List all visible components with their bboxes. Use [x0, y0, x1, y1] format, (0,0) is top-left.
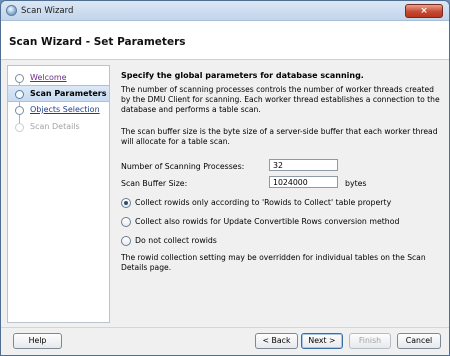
nav-step-label: Scan Parameters	[30, 89, 107, 98]
nav-step-scan-details: Scan Details	[8, 119, 109, 136]
text-line: Details page.	[121, 263, 172, 272]
section-heading: Specify the global parameters for databa…	[121, 71, 364, 80]
buffer-unit: bytes	[345, 179, 367, 188]
window-title: Scan Wizard	[21, 6, 74, 16]
next-button[interactable]: Next >	[301, 333, 343, 349]
step-dot-icon	[15, 90, 24, 99]
nav-step-scan-parameters[interactable]: Scan Parameters	[8, 85, 109, 102]
radio-label: Collect also rowids for Update Convertib…	[135, 217, 400, 226]
text-line: will allocate for a table scan.	[121, 137, 230, 146]
title-bar[interactable]: Scan Wizard ×	[1, 1, 449, 21]
step-dot-icon	[15, 74, 24, 83]
processes-input[interactable]: 32	[269, 159, 338, 171]
app-icon	[6, 5, 17, 16]
finish-button: Finish	[349, 333, 391, 349]
buffer-size-input[interactable]: 1024000	[269, 176, 338, 188]
cancel-button[interactable]: Cancel	[397, 333, 441, 349]
back-button[interactable]: < Back	[255, 333, 298, 349]
wizard-steps-panel: Welcome Scan Parameters Objects Selectio…	[7, 65, 110, 323]
footer-divider	[1, 327, 449, 328]
step-dot-icon	[15, 123, 24, 132]
nav-step-objects-selection[interactable]: Objects Selection	[8, 102, 109, 119]
page-title: Scan Wizard - Set Parameters	[9, 36, 186, 48]
scan-wizard-window: Scan Wizard × Scan Wizard - Set Paramete…	[0, 0, 450, 356]
text-line: database and performs a table scan.	[121, 105, 261, 114]
text-line: by the DMU Client for scanning. Each wor…	[121, 95, 440, 104]
text-line: The rowid collection setting may be over…	[121, 253, 426, 262]
nav-step-label[interactable]: Objects Selection	[30, 105, 100, 114]
close-icon: ×	[420, 6, 428, 16]
radio-unchecked-icon[interactable]	[121, 236, 131, 246]
step-dot-icon	[15, 106, 24, 115]
nav-step-label: Scan Details	[30, 122, 80, 131]
processes-label: Number of Scanning Processes:	[121, 162, 245, 171]
radio-label: Do not collect rowids	[135, 236, 217, 245]
radio-label: Collect rowids only according to 'Rowids…	[135, 198, 392, 207]
close-button[interactable]: ×	[405, 4, 443, 18]
text-line: The scan buffer size is the byte size of…	[121, 127, 438, 136]
buffer-size-label: Scan Buffer Size:	[121, 179, 188, 188]
rowid-note: The rowid collection setting may be over…	[121, 253, 426, 273]
nav-step-label[interactable]: Welcome	[30, 73, 67, 82]
text-line: The number of scanning processes control…	[121, 85, 434, 94]
processes-description: The number of scanning processes control…	[121, 85, 440, 115]
radio-unchecked-icon[interactable]	[121, 217, 131, 227]
wizard-header: Scan Wizard - Set Parameters	[1, 21, 449, 60]
buffer-description: The scan buffer size is the byte size of…	[121, 127, 438, 147]
help-button[interactable]: Help	[13, 333, 62, 349]
radio-checked-icon[interactable]	[121, 198, 131, 208]
